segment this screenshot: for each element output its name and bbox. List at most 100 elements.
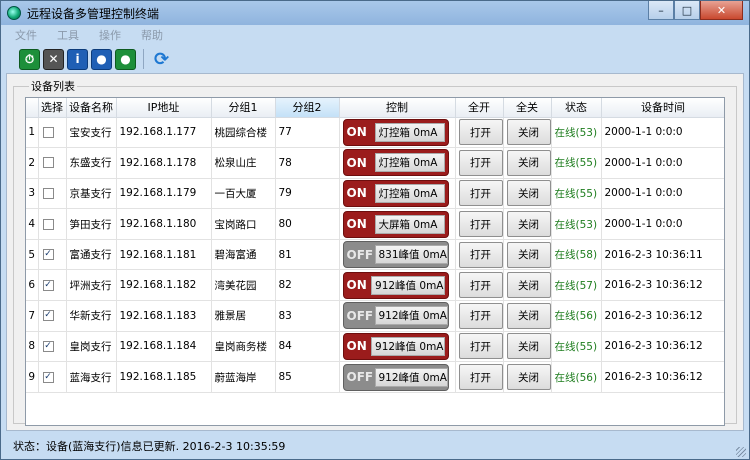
- ip-cell: 192.168.1.182: [116, 269, 212, 302]
- power-toggle[interactable]: ON 灯控箱 0mA: [342, 179, 449, 207]
- device-time-cell: 2016-2-3 10:36:12: [601, 269, 724, 302]
- open-button[interactable]: 打开: [458, 272, 502, 299]
- row-index: 1: [26, 117, 39, 149]
- table-row[interactable]: 6 ✓ 坪洲支行 192.168.1.182 湾美花园 82 ON 912峰值 0mA 打开 关闭…: [26, 269, 724, 302]
- device-name-cell: 华新支行: [66, 300, 117, 332]
- close-button[interactable]: 关闭: [506, 302, 550, 329]
- col-header-ip[interactable]: IP地址: [116, 98, 212, 118]
- col-header-close-all[interactable]: 全关: [503, 98, 552, 118]
- menu-operate[interactable]: 操作: [91, 25, 129, 43]
- device-time-cell: 2000-1-1 0:0:0: [601, 208, 724, 240]
- device-grid[interactable]: 选择 设备名称 IP地址 分组1 分组2 控制 全开 全关 状态 设备时间 1宝…: [25, 97, 725, 426]
- status-cell: 在线(57): [551, 269, 602, 302]
- close-button[interactable]: ✕: [700, 1, 743, 20]
- row-select-checkbox-cell: [38, 117, 67, 149]
- col-header-control[interactable]: 控制: [339, 98, 456, 118]
- control-label: 912峰值 0mA: [371, 275, 445, 295]
- row-select-checkbox[interactable]: ✓: [42, 310, 54, 322]
- col-header-device-time[interactable]: 设备时间: [601, 98, 724, 118]
- col-header-open-all[interactable]: 全开: [455, 98, 504, 118]
- close-cell: 关闭: [503, 208, 552, 240]
- row-select-checkbox-cell: ✓: [38, 269, 67, 302]
- status-cell: 在线(56): [551, 300, 602, 332]
- table-row[interactable]: 7 ✓ 华新支行 192.168.1.183 雅景居 83 OFF 912峰值 0mA 打开 关闭…: [26, 300, 724, 332]
- device-time-cell: 2016-2-3 10:36:12: [601, 361, 724, 393]
- menu-tools[interactable]: 工具: [49, 25, 87, 43]
- table-row[interactable]: 2 东盛支行 192.168.1.178 松泉山庄 78 ON 灯控箱 0mA 打开 关闭 在线(…: [26, 147, 724, 179]
- row-select-checkbox[interactable]: [42, 157, 54, 169]
- close-cell: 关闭: [503, 239, 552, 271]
- col-header-group1[interactable]: 分组1: [211, 98, 276, 118]
- device-table: 选择 设备名称 IP地址 分组1 分组2 控制 全开 全关 状态 设备时间 1宝…: [26, 98, 724, 393]
- group-icon[interactable]: ●: [91, 48, 112, 70]
- clock-icon[interactable]: ⏱: [19, 48, 40, 70]
- open-button[interactable]: 打开: [458, 333, 502, 360]
- power-state-label: ON: [346, 278, 367, 293]
- row-select-checkbox[interactable]: [42, 187, 54, 199]
- device-name-cell: 富通支行: [66, 239, 117, 271]
- maximize-button[interactable]: □: [674, 1, 700, 20]
- open-button[interactable]: 打开: [458, 119, 502, 146]
- power-toggle[interactable]: ON 大屏箱 0mA: [342, 210, 449, 238]
- open-button[interactable]: 打开: [458, 180, 502, 207]
- power-toggle[interactable]: OFF 912峰值 0mA: [342, 302, 449, 330]
- power-toggle[interactable]: ON 灯控箱 0mA: [342, 149, 449, 177]
- table-row[interactable]: 8 ✓ 皇岗支行 192.168.1.184 皇岗商务楼 84 ON 912峰值 0mA 打开关…: [26, 331, 724, 363]
- power-toggle[interactable]: ON 912峰值 0mA: [342, 332, 449, 360]
- power-toggle[interactable]: OFF 912峰值 0mA: [342, 363, 449, 391]
- close-button[interactable]: 关闭: [506, 272, 550, 299]
- row-select-checkbox[interactable]: ✓: [42, 371, 54, 383]
- info-icon[interactable]: i: [67, 48, 88, 70]
- row-select-checkbox[interactable]: [42, 218, 54, 230]
- control-label: 灯控箱 0mA: [374, 153, 445, 173]
- close-button[interactable]: 关闭: [506, 333, 550, 360]
- group1-cell: 湾美花园: [211, 269, 276, 302]
- resize-grip[interactable]: [736, 447, 746, 457]
- row-select-checkbox-cell: ✓: [38, 239, 67, 271]
- open-button[interactable]: 打开: [458, 364, 502, 391]
- open-button[interactable]: 打开: [458, 149, 502, 176]
- group2-cell: 77: [275, 117, 340, 149]
- close-button[interactable]: 关闭: [506, 241, 550, 268]
- row-select-checkbox[interactable]: ✓: [42, 279, 54, 291]
- close-button[interactable]: 关闭: [506, 149, 550, 176]
- group2-cell: 80: [275, 208, 340, 240]
- table-row[interactable]: 4 笋田支行 192.168.1.180 宝岗路口 80 ON 大屏箱 0mA 打开 关闭 在线(…: [26, 208, 724, 240]
- power-toggle[interactable]: OFF 831峰值 0mA: [342, 241, 449, 269]
- col-header-group2[interactable]: 分组2: [275, 98, 340, 118]
- open-button[interactable]: 打开: [458, 302, 502, 329]
- power-toggle[interactable]: ON 912峰值 0mA: [342, 271, 449, 299]
- menu-file[interactable]: 文件: [7, 25, 45, 43]
- status-cell: 在线(55): [551, 331, 602, 363]
- power-toggle[interactable]: ON 灯控箱 0mA: [342, 118, 449, 146]
- col-header-device-name[interactable]: 设备名称: [66, 98, 117, 118]
- close-cell: 关闭: [503, 117, 552, 149]
- close-button[interactable]: 关闭: [506, 119, 550, 146]
- control-cell: OFF 912峰值 0mA: [339, 300, 456, 332]
- open-button[interactable]: 打开: [458, 241, 502, 268]
- close-button[interactable]: 关闭: [506, 211, 550, 238]
- table-row[interactable]: 3 京基支行 192.168.1.179 一百大厦 79 ON 灯控箱 0mA 打开 关闭 在线(…: [26, 178, 724, 210]
- group2-cell: 84: [275, 331, 340, 363]
- title-bar[interactable]: 远程设备多管理控制终端 – □ ✕: [1, 1, 749, 25]
- minimize-button[interactable]: –: [648, 1, 674, 20]
- control-label: 912峰值 0mA: [371, 336, 445, 356]
- tools-icon[interactable]: ✕: [43, 48, 64, 70]
- table-row[interactable]: 1 宝安支行 192.168.1.177 桃园综合楼 77 ON 灯控箱 0mA 打开 关闭 在线…: [26, 117, 724, 149]
- close-button[interactable]: 关闭: [506, 364, 550, 391]
- toolbar: ⏱ ✕ i ● ● ⟳: [1, 44, 749, 74]
- row-select-checkbox[interactable]: [42, 126, 54, 138]
- device-name-cell: 宝安支行: [66, 117, 117, 149]
- close-button[interactable]: 关闭: [506, 180, 550, 207]
- refresh-icon[interactable]: ⟳: [151, 49, 172, 70]
- col-header-status[interactable]: 状态: [551, 98, 602, 118]
- row-select-checkbox[interactable]: ✓: [42, 340, 54, 352]
- power-state-label: ON: [346, 155, 367, 170]
- table-row[interactable]: 9 ✓ 蓝海支行 192.168.1.185 蔚蓝海岸 85 OFF 912峰值 0mA 打开关…: [26, 361, 724, 393]
- table-row[interactable]: 5 ✓ 富通支行 192.168.1.181 碧海富通 81 OFF 831峰值 0mA 打开关…: [26, 239, 724, 271]
- group-add-icon[interactable]: ●: [115, 48, 136, 70]
- row-select-checkbox[interactable]: ✓: [42, 249, 54, 261]
- menu-help[interactable]: 帮助: [133, 25, 171, 43]
- open-button[interactable]: 打开: [458, 211, 502, 238]
- col-header-select[interactable]: 选择: [38, 98, 67, 118]
